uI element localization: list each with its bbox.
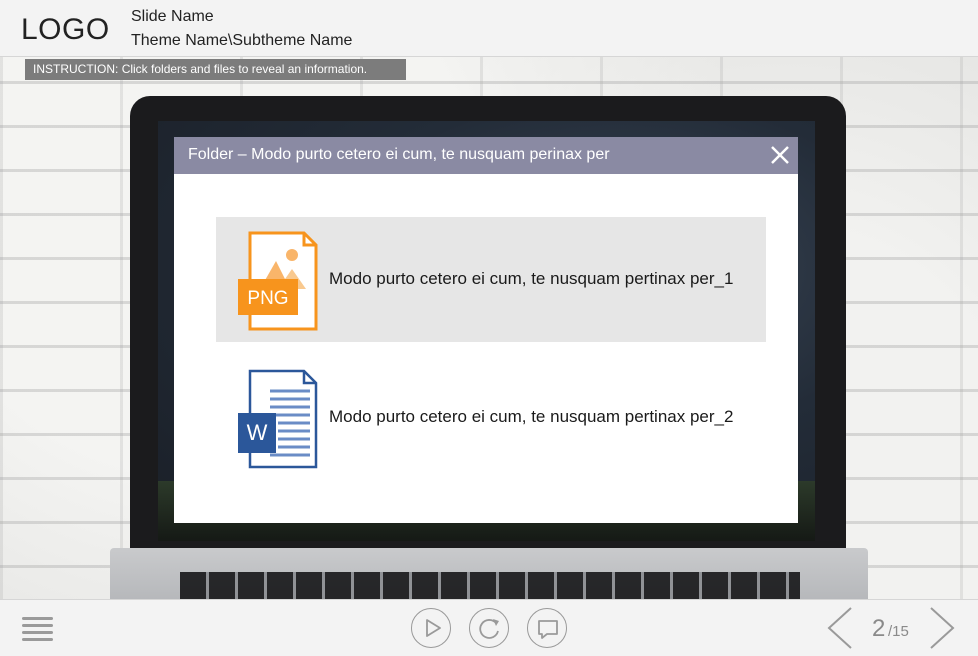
logo: LOGO bbox=[21, 13, 110, 46]
slide-name: Slide Name bbox=[131, 8, 214, 25]
play-icon bbox=[426, 619, 441, 637]
folder-dialog: Folder – Modo purto cetero ei cum, te nu… bbox=[174, 137, 798, 523]
play-button[interactable] bbox=[411, 608, 451, 648]
chevron-left-icon[interactable] bbox=[826, 606, 854, 650]
replay-icon bbox=[479, 619, 499, 639]
theme-name: Theme Name\Subtheme Name bbox=[131, 32, 353, 49]
footer-bar: 2 /15 bbox=[0, 599, 978, 656]
file-label-1: Modo purto cetero ei cum, te nusquam per… bbox=[329, 269, 734, 288]
page-total: /15 bbox=[888, 623, 909, 640]
comment-button[interactable] bbox=[527, 608, 567, 648]
instruction-label: INSTRUCTION: bbox=[33, 62, 119, 76]
svg-text:PNG: PNG bbox=[247, 288, 288, 309]
header-bar: LOGO Slide Name Theme Name\Subtheme Name bbox=[0, 0, 978, 57]
file-label-2: Modo purto cetero ei cum, te nusquam per… bbox=[329, 407, 734, 426]
comment-icon bbox=[538, 620, 558, 639]
chevron-right-icon[interactable] bbox=[928, 606, 956, 650]
dialog-title: Folder – Modo purto cetero ei cum, te nu… bbox=[188, 146, 610, 163]
file-item-png[interactable]: PNG Modo purto cetero ei cum, te nusquam… bbox=[216, 217, 766, 342]
png-file-icon: PNG bbox=[238, 231, 318, 331]
page-current: 2 bbox=[872, 615, 886, 642]
close-icon bbox=[771, 146, 789, 164]
replay-button[interactable] bbox=[469, 608, 509, 648]
file-item-word[interactable]: W Modo purto cetero ei cum, te nusquam p… bbox=[216, 355, 766, 480]
close-button[interactable] bbox=[770, 145, 790, 165]
svg-text:W: W bbox=[247, 420, 268, 445]
instruction-text: Click folders and files to reveal an inf… bbox=[121, 62, 368, 76]
menu-icon[interactable] bbox=[21, 615, 54, 643]
laptop-keyboard bbox=[180, 572, 800, 602]
instruction-banner: INSTRUCTION: Click folders and files to … bbox=[25, 59, 406, 80]
word-file-icon: W bbox=[238, 369, 318, 469]
dialog-titlebar: Folder – Modo purto cetero ei cum, te nu… bbox=[174, 137, 798, 174]
